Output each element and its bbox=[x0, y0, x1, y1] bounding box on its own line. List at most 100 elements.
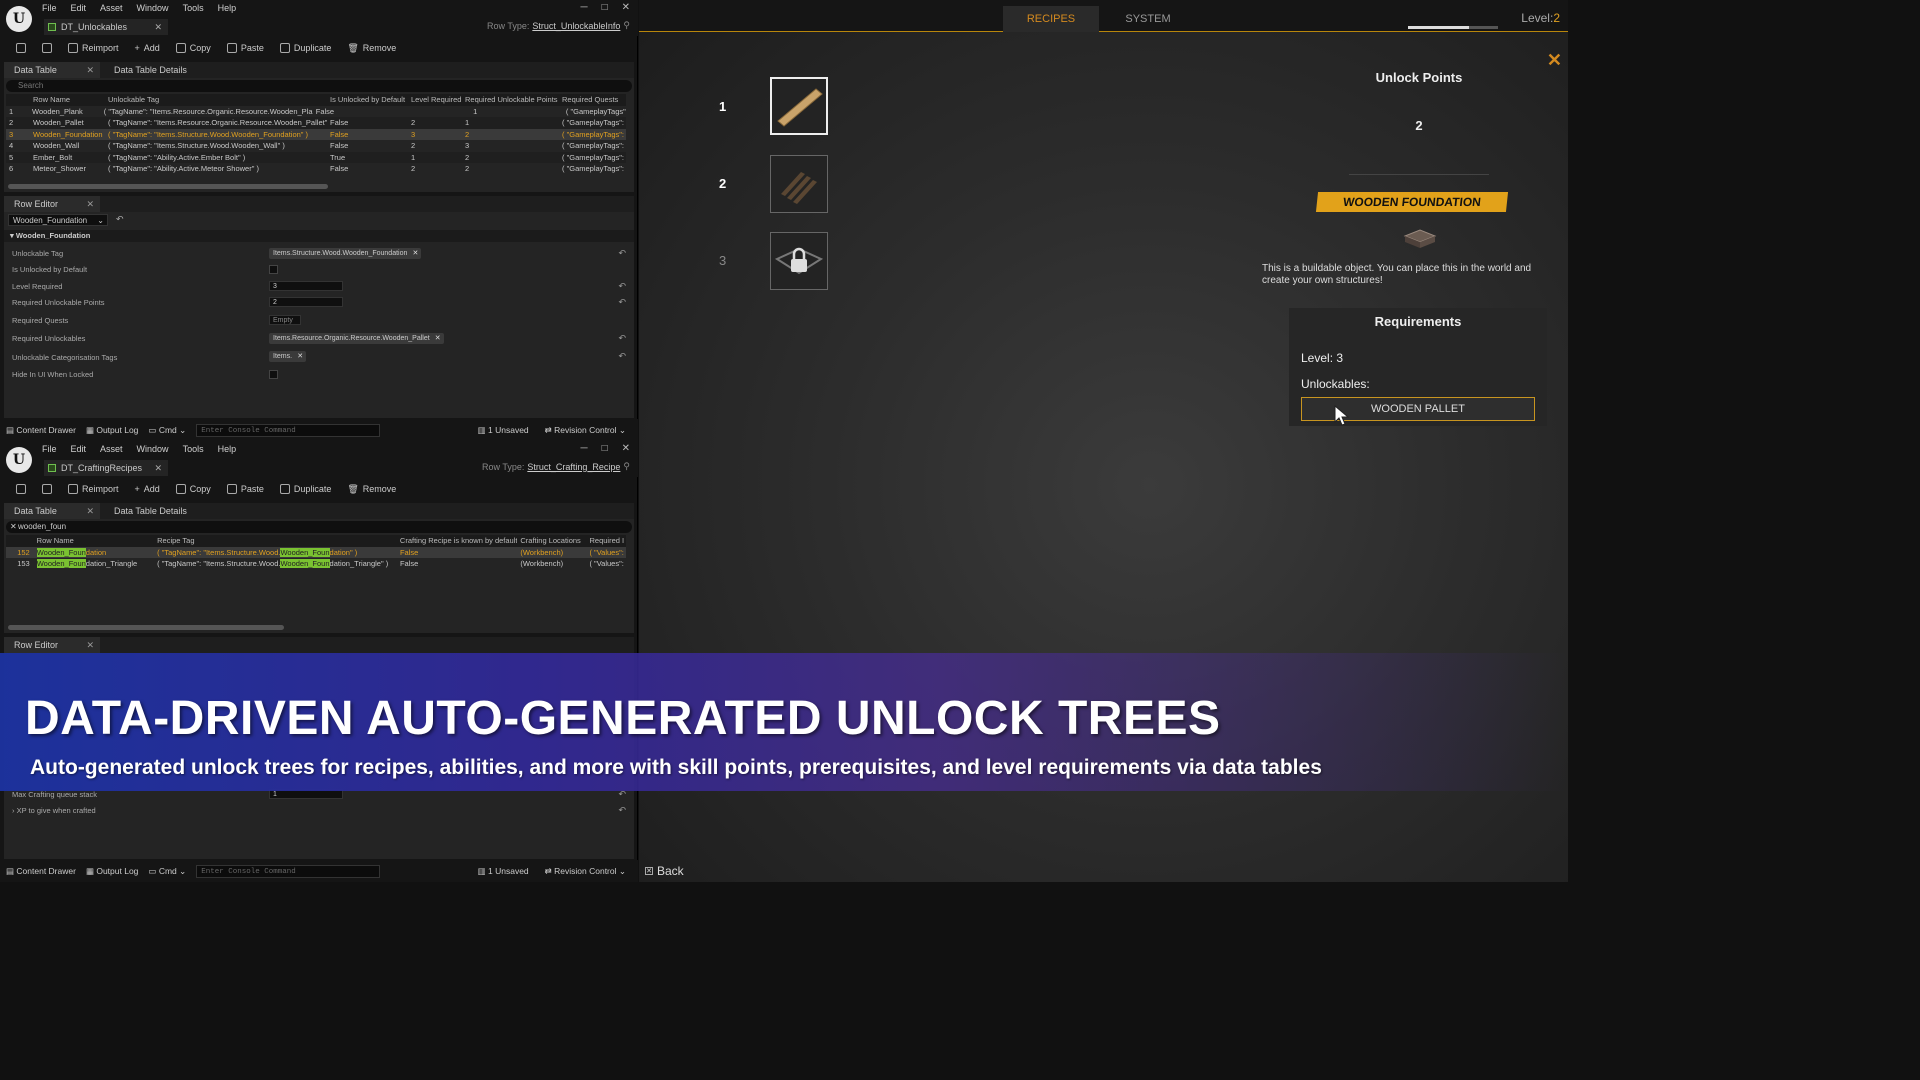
tab-data-table-details[interactable]: Data Table Details bbox=[100, 503, 220, 519]
menu-window[interactable]: Window bbox=[137, 3, 169, 13]
doc-tab-unlockables[interactable]: DT_Unlockables ✕ bbox=[44, 19, 168, 35]
col-unlocked-default[interactable]: Is Unlocked by Default bbox=[327, 95, 408, 104]
reimport-button[interactable]: Reimport bbox=[62, 484, 125, 494]
tab-recipes[interactable]: RECIPES bbox=[1003, 6, 1099, 32]
doc-tab-crafting[interactable]: DT_CraftingRecipes ✕ bbox=[44, 460, 168, 476]
output-log-button[interactable]: ▦ Output Log bbox=[86, 866, 138, 877]
output-log-button[interactable]: ▦ Output Log bbox=[86, 425, 138, 436]
maximize-icon[interactable]: □ bbox=[602, 2, 608, 13]
categorisation-chip[interactable]: Items. ✕ bbox=[269, 351, 307, 362]
menu-help[interactable]: Help bbox=[218, 3, 237, 13]
remove-button[interactable]: 🗑 Remove bbox=[341, 43, 402, 54]
close-tab-icon[interactable]: ✕ bbox=[86, 199, 94, 210]
menu-asset[interactable]: Asset bbox=[100, 444, 123, 454]
table-row[interactable]: 5 Ember_Bolt ( "TagName": "Ability.Active.… bbox=[6, 151, 626, 163]
col-recipe-tag[interactable]: Recipe Tag bbox=[154, 536, 397, 545]
content-drawer-button[interactable]: ▤ Content Drawer bbox=[6, 425, 76, 436]
tab-system[interactable]: SYSTEM bbox=[1100, 6, 1196, 32]
copy-button[interactable]: Copy bbox=[170, 43, 217, 53]
close-icon[interactable]: ✕ bbox=[622, 443, 630, 454]
close-icon[interactable]: ✕ bbox=[1547, 50, 1562, 71]
table-row[interactable]: 4 Wooden_Wall ( "TagName": "Items.Structur… bbox=[6, 140, 626, 152]
close-icon[interactable]: ✕ bbox=[297, 351, 303, 362]
table-row-selected[interactable]: 3 Wooden_Foundation ( "TagName": "Items.St… bbox=[6, 128, 626, 140]
required-points-input[interactable]: 2 bbox=[269, 297, 343, 307]
search-input[interactable]: ✕ wooden_foun bbox=[6, 521, 632, 533]
minimize-icon[interactable]: ─ bbox=[580, 443, 587, 454]
browse-button[interactable] bbox=[36, 484, 58, 494]
col-row-name[interactable]: Row Name bbox=[34, 536, 154, 545]
unlock-slot-wooden-plank[interactable] bbox=[770, 77, 828, 135]
save-button[interactable] bbox=[10, 43, 32, 53]
back-button[interactable]: ✕ Back bbox=[645, 864, 684, 878]
tab-data-table[interactable]: Data Table ✕ bbox=[4, 62, 100, 78]
menu-asset[interactable]: Asset bbox=[100, 3, 123, 13]
row-type-link[interactable]: Struct_UnlockableInfo bbox=[532, 21, 620, 31]
console-input[interactable]: Enter Console Command bbox=[196, 864, 381, 878]
tab-data-table[interactable]: Data Table ✕ bbox=[4, 503, 100, 519]
close-tab-icon[interactable]: ✕ bbox=[86, 65, 94, 76]
duplicate-button[interactable]: Duplicate bbox=[274, 43, 338, 53]
unreal-logo-icon[interactable]: U bbox=[6, 447, 32, 473]
row-type-link[interactable]: Struct_Crafting_Recipe bbox=[527, 462, 620, 472]
is-unlocked-checkbox[interactable] bbox=[269, 265, 278, 274]
unlock-slot-wooden-pallet[interactable] bbox=[770, 155, 828, 213]
clear-search-icon[interactable]: ✕ bbox=[10, 521, 17, 533]
section-header[interactable]: ▾ Wooden_Foundation bbox=[4, 230, 634, 242]
reset-icon[interactable]: ↶ bbox=[618, 297, 626, 308]
cmd-dropdown[interactable]: ▭ Cmd ⌄ bbox=[148, 866, 186, 877]
menu-edit[interactable]: Edit bbox=[71, 444, 87, 454]
table-row[interactable]: 2 Wooden_Pallet ( "TagName": "Items.Resour… bbox=[6, 117, 626, 129]
menu-edit[interactable]: Edit bbox=[71, 3, 87, 13]
table-row[interactable]: 153 Wooden_Foundation_Triangle ( "TagNam… bbox=[6, 558, 626, 570]
tab-row-editor[interactable]: Row Editor ✕ bbox=[4, 637, 100, 653]
menu-help[interactable]: Help bbox=[218, 444, 237, 454]
table-row[interactable]: 1 Wooden_Plank ( "TagName": "Items.Resourc… bbox=[6, 106, 626, 118]
revision-control-button[interactable]: ⇄ Revision Control ⌄ bbox=[545, 425, 626, 436]
console-input[interactable]: Enter Console Command bbox=[196, 423, 381, 437]
search-input[interactable]: Search bbox=[6, 80, 632, 92]
remove-button[interactable]: 🗑 Remove bbox=[341, 484, 402, 495]
paste-button[interactable]: Paste bbox=[221, 484, 270, 494]
search-icon[interactable]: ⚲ bbox=[623, 20, 630, 31]
menu-tools[interactable]: Tools bbox=[183, 444, 204, 454]
level-required-input[interactable]: 3 bbox=[269, 281, 343, 291]
col-known-default[interactable]: Crafting Recipe is known by default bbox=[397, 536, 517, 545]
reset-icon[interactable]: ↶ bbox=[618, 333, 626, 344]
unsaved-button[interactable]: ▥ 1 Unsaved bbox=[478, 425, 529, 436]
reset-icon[interactable]: ↶ bbox=[116, 214, 124, 225]
tab-row-editor[interactable]: Row Editor ✕ bbox=[4, 196, 100, 212]
close-tab-icon[interactable]: ✕ bbox=[86, 640, 94, 651]
col-required[interactable]: Required I bbox=[586, 536, 626, 545]
row-select-dropdown[interactable]: Wooden_Foundation ⌄ bbox=[8, 214, 108, 226]
content-drawer-button[interactable]: ▤ Content Drawer bbox=[6, 866, 76, 877]
col-row-name[interactable]: Row Name bbox=[30, 95, 105, 104]
col-required-quests[interactable]: Required Quests bbox=[559, 95, 625, 104]
search-icon[interactable]: ⚲ bbox=[623, 461, 630, 472]
hide-locked-checkbox[interactable] bbox=[269, 370, 278, 379]
reset-icon[interactable]: ↶ bbox=[618, 351, 626, 362]
menu-window[interactable]: Window bbox=[137, 444, 169, 454]
close-tab-icon[interactable]: ✕ bbox=[154, 22, 162, 33]
required-unlockables-chip[interactable]: Items.Resource.Organic.Resource.Wooden_P… bbox=[269, 333, 444, 344]
tab-data-table-details[interactable]: Data Table Details bbox=[100, 62, 220, 78]
close-tab-icon[interactable]: ✕ bbox=[86, 506, 94, 517]
menu-file[interactable]: File bbox=[42, 3, 57, 13]
required-quests-select[interactable]: Empty bbox=[269, 315, 301, 325]
col-unlockable-tag[interactable]: Unlockable Tag bbox=[105, 95, 327, 104]
unreal-logo-icon[interactable]: U bbox=[6, 6, 32, 32]
copy-button[interactable]: Copy bbox=[170, 484, 217, 494]
cmd-dropdown[interactable]: ▭ Cmd ⌄ bbox=[148, 425, 186, 436]
col-crafting-locations[interactable]: Crafting Locations bbox=[517, 536, 586, 545]
add-button[interactable]: + Add bbox=[129, 43, 166, 53]
close-icon[interactable]: ✕ bbox=[435, 333, 441, 344]
minimize-icon[interactable]: ─ bbox=[580, 2, 587, 13]
horizontal-scrollbar[interactable] bbox=[8, 625, 284, 630]
duplicate-button[interactable]: Duplicate bbox=[274, 484, 338, 494]
close-icon[interactable]: ✕ bbox=[622, 2, 630, 13]
unsaved-button[interactable]: ▥ 1 Unsaved bbox=[478, 866, 529, 877]
menu-file[interactable]: File bbox=[42, 444, 57, 454]
col-level-required[interactable]: Level Required bbox=[408, 95, 462, 104]
browse-button[interactable] bbox=[36, 43, 58, 53]
col-required-points[interactable]: Required Unlockable Points bbox=[462, 95, 559, 104]
